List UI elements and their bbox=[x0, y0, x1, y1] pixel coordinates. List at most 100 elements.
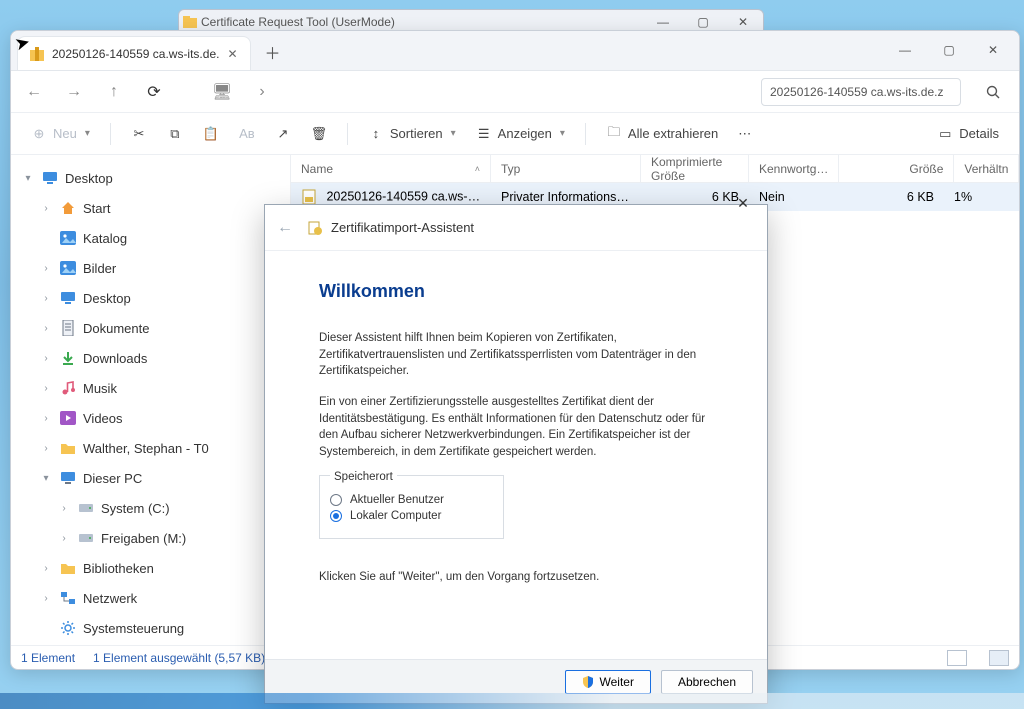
tab-active[interactable]: 20250126-140559 ca.ws-its.de. ✕ bbox=[17, 36, 251, 70]
disk-icon bbox=[77, 499, 95, 517]
nav-forward-button[interactable]: → bbox=[63, 83, 85, 101]
view-list-button[interactable] bbox=[989, 650, 1009, 666]
new-button[interactable]: ⊕ Neu ▾ bbox=[23, 122, 98, 146]
expand-chevron-icon[interactable]: ▾ bbox=[21, 173, 35, 184]
expand-chevron-icon[interactable]: › bbox=[39, 563, 53, 574]
breadcrumb-chevron-icon[interactable]: › bbox=[251, 83, 273, 101]
expand-chevron-icon[interactable]: ▾ bbox=[39, 473, 53, 484]
search-icon[interactable] bbox=[979, 78, 1007, 106]
expand-chevron-icon[interactable]: › bbox=[57, 533, 71, 544]
close-button[interactable]: ✕ bbox=[723, 15, 763, 29]
sidebar-item-system-c-[interactable]: ›System (C:) bbox=[11, 493, 290, 523]
expand-chevron-icon[interactable]: › bbox=[39, 593, 53, 604]
rename-button[interactable]: Aʙ bbox=[231, 122, 263, 146]
wizard-close-button[interactable]: ✕ bbox=[729, 191, 757, 215]
column-name[interactable]: Name˄ bbox=[291, 155, 491, 182]
sidebar-item-freigaben-m-[interactable]: › Freigaben (M:) bbox=[11, 523, 290, 553]
details-pane-button[interactable]: ▭ Details bbox=[929, 122, 1007, 146]
navigation-pane[interactable]: ▾ Desktop ›Start Katalog ›Bilder›Desktop›Dok… bbox=[11, 155, 291, 645]
expand-chevron-icon[interactable]: › bbox=[39, 293, 53, 304]
monitor-icon bbox=[59, 289, 77, 307]
column-ratio[interactable]: Verhältn bbox=[954, 155, 1019, 182]
sidebar-item-label: Downloads bbox=[83, 351, 280, 366]
nav-up-button[interactable]: ↑ bbox=[103, 83, 125, 101]
next-button[interactable]: Weiter bbox=[565, 670, 651, 694]
monitor-icon bbox=[41, 169, 59, 187]
folder-icon bbox=[179, 16, 201, 28]
copy-icon: ⧉ bbox=[167, 126, 183, 142]
expand-chevron-icon[interactable]: › bbox=[39, 323, 53, 334]
delete-button[interactable]: 🗑 bbox=[303, 122, 335, 146]
tab-close-icon[interactable]: ✕ bbox=[227, 47, 237, 61]
sidebar-item-dokumente[interactable]: ›Dokumente bbox=[11, 313, 290, 343]
archive-icon bbox=[30, 47, 44, 61]
expand-chevron-icon[interactable]: › bbox=[39, 443, 53, 454]
more-button[interactable]: ⋯ bbox=[730, 122, 759, 146]
extract-icon: 🗀 bbox=[606, 126, 622, 142]
nav-back-button[interactable]: ← bbox=[23, 83, 45, 101]
sidebar-item-desktop[interactable]: ›Desktop bbox=[11, 283, 290, 313]
wizard-title: Zertifikatimport-Assistent bbox=[331, 220, 474, 235]
sidebar-item-desktop[interactable]: ▾ Desktop bbox=[11, 163, 290, 193]
sidebar-item-label: Desktop bbox=[65, 171, 280, 186]
cut-button[interactable]: ✂ bbox=[123, 122, 155, 146]
wizard-back-button[interactable]: ← bbox=[277, 219, 297, 237]
expand-chevron-icon[interactable]: › bbox=[57, 503, 71, 514]
sidebar-item-netzwerk[interactable]: ›Netzwerk bbox=[11, 583, 290, 613]
column-size[interactable]: Größe bbox=[839, 155, 954, 182]
share-icon: ↗ bbox=[275, 126, 291, 142]
sidebar-item-bilder[interactable]: ›Bilder bbox=[11, 253, 290, 283]
nav-refresh-button[interactable]: ⟳ bbox=[143, 82, 165, 102]
sidebar-item-start[interactable]: ›Start bbox=[11, 193, 290, 223]
column-headers[interactable]: Name˄ Typ Komprimierte Größe Kennwortg… … bbox=[291, 155, 1019, 183]
sidebar-item-videos[interactable]: ›Videos bbox=[11, 403, 290, 433]
music-icon bbox=[59, 379, 77, 397]
address-search-box[interactable]: 20250126-140559 ca.ws-its.de.z bbox=[761, 78, 961, 106]
window-close-button[interactable]: ✕ bbox=[971, 35, 1015, 65]
view-details-button[interactable] bbox=[947, 650, 967, 666]
sidebar-item-walther-stephan-t0[interactable]: ›Walther, Stephan - T0 bbox=[11, 433, 290, 463]
address-text: 20250126-140559 ca.ws-its.de.z bbox=[770, 85, 943, 99]
sidebar-item-dieser-pc[interactable]: ▾Dieser PC bbox=[11, 463, 290, 493]
expand-chevron-icon[interactable]: › bbox=[39, 383, 53, 394]
column-compressed-size[interactable]: Komprimierte Größe bbox=[641, 155, 749, 182]
group-label: Speicherort bbox=[330, 471, 397, 483]
extract-all-button[interactable]: 🗀 Alle extrahieren bbox=[598, 122, 726, 146]
device-icon[interactable]: 🖥 bbox=[211, 82, 233, 102]
window-minimize-button[interactable]: — bbox=[883, 35, 927, 65]
share-button[interactable]: ↗ bbox=[267, 122, 299, 146]
radio-current-user[interactable]: Aktueller Benutzer bbox=[330, 494, 493, 506]
net-icon bbox=[59, 589, 77, 607]
sidebar-item-label: Freigaben (M:) bbox=[101, 531, 280, 546]
sidebar-item-musik[interactable]: ›Musik bbox=[11, 373, 290, 403]
view-button[interactable]: ☰ Anzeigen ▾ bbox=[468, 122, 573, 146]
clipboard-icon: 📋 bbox=[203, 126, 219, 142]
nav-bar: ← → ↑ ⟳ 🖥 › 20250126-140559 ca.ws-its.de… bbox=[11, 71, 1019, 113]
sidebar-item-katalog[interactable]: Katalog bbox=[11, 223, 290, 253]
copy-button[interactable]: ⧉ bbox=[159, 122, 191, 146]
expand-chevron-icon[interactable]: › bbox=[39, 353, 53, 364]
expand-chevron-icon[interactable]: › bbox=[39, 413, 53, 424]
down-icon bbox=[59, 349, 77, 367]
sort-button[interactable]: ↕ Sortieren ▾ bbox=[360, 122, 464, 146]
sidebar-item-bibliotheken[interactable]: ›Bibliotheken bbox=[11, 553, 290, 583]
pfx-file-icon bbox=[301, 189, 317, 205]
wizard-header: ✕ ← Zertifikatimport-Assistent bbox=[265, 205, 767, 251]
sidebar-item-label: Katalog bbox=[83, 231, 280, 246]
window-maximize-button[interactable]: ▢ bbox=[927, 35, 971, 65]
paste-button[interactable]: 📋 bbox=[195, 122, 227, 146]
minimize-button[interactable]: — bbox=[643, 15, 683, 29]
new-tab-button[interactable]: ＋ bbox=[257, 36, 289, 68]
expand-chevron-icon[interactable]: › bbox=[39, 263, 53, 274]
cancel-button[interactable]: Abbrechen bbox=[661, 670, 753, 694]
maximize-button[interactable]: ▢ bbox=[683, 15, 723, 29]
next-button-label: Weiter bbox=[600, 675, 634, 689]
expand-chevron-icon[interactable]: › bbox=[39, 203, 53, 214]
column-type[interactable]: Typ bbox=[491, 155, 641, 182]
shield-icon bbox=[582, 676, 594, 688]
sidebar-item-systemsteuerung[interactable]: Systemsteuerung bbox=[11, 613, 290, 643]
radio-current-user-label: Aktueller Benutzer bbox=[350, 494, 444, 506]
sidebar-item-downloads[interactable]: › Downloads bbox=[11, 343, 290, 373]
column-password[interactable]: Kennwortg… bbox=[749, 155, 839, 182]
radio-local-computer[interactable]: Lokaler Computer bbox=[330, 510, 493, 522]
